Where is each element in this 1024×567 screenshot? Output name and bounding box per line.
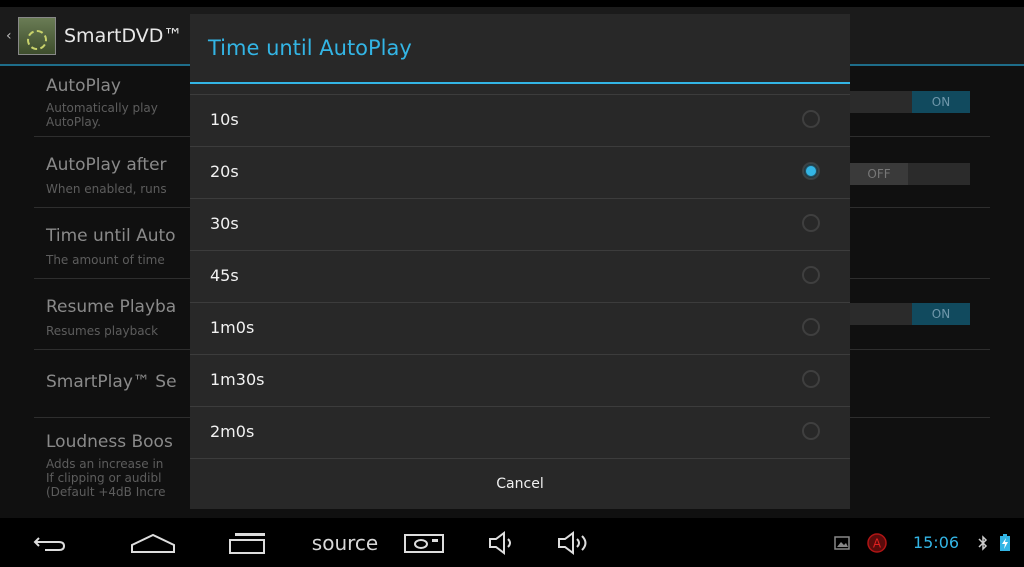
- gallery-notification[interactable]: [832, 518, 852, 567]
- battery-status: [994, 518, 1016, 567]
- option-label: 2m0s: [210, 422, 255, 441]
- pref-summary: The amount of time: [46, 253, 165, 267]
- dialog-title-divider: [190, 82, 850, 84]
- resume-playback-toggle[interactable]: ON: [850, 303, 970, 325]
- clock-text: 15:06: [912, 533, 960, 552]
- dialog-title: Time until AutoPlay: [208, 36, 412, 60]
- option-45s[interactable]: 45s: [190, 251, 850, 303]
- recent-apps-icon: [229, 532, 265, 554]
- pref-title: Time until Auto: [46, 226, 176, 246]
- volume-up-button[interactable]: [553, 518, 597, 567]
- radio-unchecked-icon[interactable]: [802, 110, 820, 128]
- battery-charging-icon: [1000, 533, 1010, 551]
- home-icon: [131, 533, 175, 553]
- pref-summary: AutoPlay.: [46, 115, 101, 129]
- radio-unchecked-icon[interactable]: [802, 214, 820, 232]
- bluetooth-status: [976, 518, 990, 567]
- radio-unchecked-icon[interactable]: [802, 422, 820, 440]
- back-button[interactable]: [30, 518, 70, 567]
- radio-unchecked-icon[interactable]: [802, 266, 820, 284]
- pref-title: SmartPlay™ Se: [46, 372, 177, 392]
- option-1m0s[interactable]: 1m0s: [190, 303, 850, 355]
- option-10s[interactable]: 10s: [190, 95, 850, 147]
- app-title: SmartDVD™: [64, 24, 183, 47]
- option-label: 20s: [210, 162, 239, 181]
- option-label: 1m30s: [210, 370, 265, 389]
- radio-unchecked-icon[interactable]: [802, 318, 820, 336]
- option-30s[interactable]: 30s: [190, 199, 850, 251]
- option-1m30s[interactable]: 1m30s: [190, 355, 850, 407]
- source-label: source: [311, 530, 379, 555]
- option-label: 10s: [210, 110, 239, 129]
- pref-title: Resume Playba: [46, 297, 177, 317]
- back-icon: [33, 536, 66, 551]
- alert-notification[interactable]: A: [866, 518, 888, 567]
- pref-summary: Resumes playback: [46, 324, 159, 338]
- pref-summary: Automatically play: [46, 101, 158, 115]
- toggle-state: OFF: [850, 163, 908, 185]
- volume-down-button[interactable]: [482, 518, 522, 567]
- recent-apps-button[interactable]: [226, 518, 272, 567]
- pref-summary: When enabled, runs: [46, 182, 167, 196]
- option-label: 1m0s: [210, 318, 255, 337]
- camera-icon: [404, 533, 444, 553]
- screenshot-button[interactable]: [402, 518, 446, 567]
- source-button[interactable]: source: [302, 518, 388, 567]
- option-list: 10s 20s 30s 45s 1m0s 1m30s 2m0s: [190, 94, 850, 459]
- pref-title: AutoPlay after: [46, 155, 167, 175]
- cancel-button[interactable]: Cancel: [190, 458, 850, 510]
- pref-summary: (Default +4dB Incre: [46, 485, 166, 499]
- pref-title: Loudness Boos: [46, 432, 173, 452]
- time-until-autoplay-dialog: Time until AutoPlay 10s 20s 30s 45s 1m0s…: [190, 14, 850, 509]
- up-caret-icon[interactable]: ‹: [6, 28, 14, 44]
- option-label: 45s: [210, 266, 239, 285]
- volume-up-icon: [558, 530, 587, 555]
- option-label: 30s: [210, 214, 239, 233]
- app-logo-icon[interactable]: [18, 16, 56, 55]
- autoplay-toggle[interactable]: ON: [850, 91, 970, 113]
- radio-unchecked-icon[interactable]: [802, 370, 820, 388]
- toggle-state: ON: [912, 303, 970, 325]
- home-button[interactable]: [128, 518, 178, 567]
- pref-summary: If clipping or audibl: [46, 471, 162, 485]
- toggle-state: ON: [912, 91, 970, 113]
- autoplay-after-toggle[interactable]: OFF: [850, 163, 970, 185]
- option-20s[interactable]: 20s: [190, 147, 850, 199]
- svg-text:A: A: [873, 536, 882, 550]
- image-icon: [834, 535, 850, 550]
- volume-down-icon: [489, 530, 511, 555]
- alert-icon: A: [867, 532, 887, 553]
- system-nav-bar: source A 15:06: [0, 518, 1024, 567]
- pref-summary: Adds an increase in: [46, 457, 164, 471]
- radio-checked-icon[interactable]: [802, 162, 820, 180]
- pref-title: AutoPlay: [46, 76, 121, 96]
- option-2m0s[interactable]: 2m0s: [190, 407, 850, 459]
- bluetooth-icon: [978, 534, 988, 551]
- clock[interactable]: 15:06: [906, 518, 966, 567]
